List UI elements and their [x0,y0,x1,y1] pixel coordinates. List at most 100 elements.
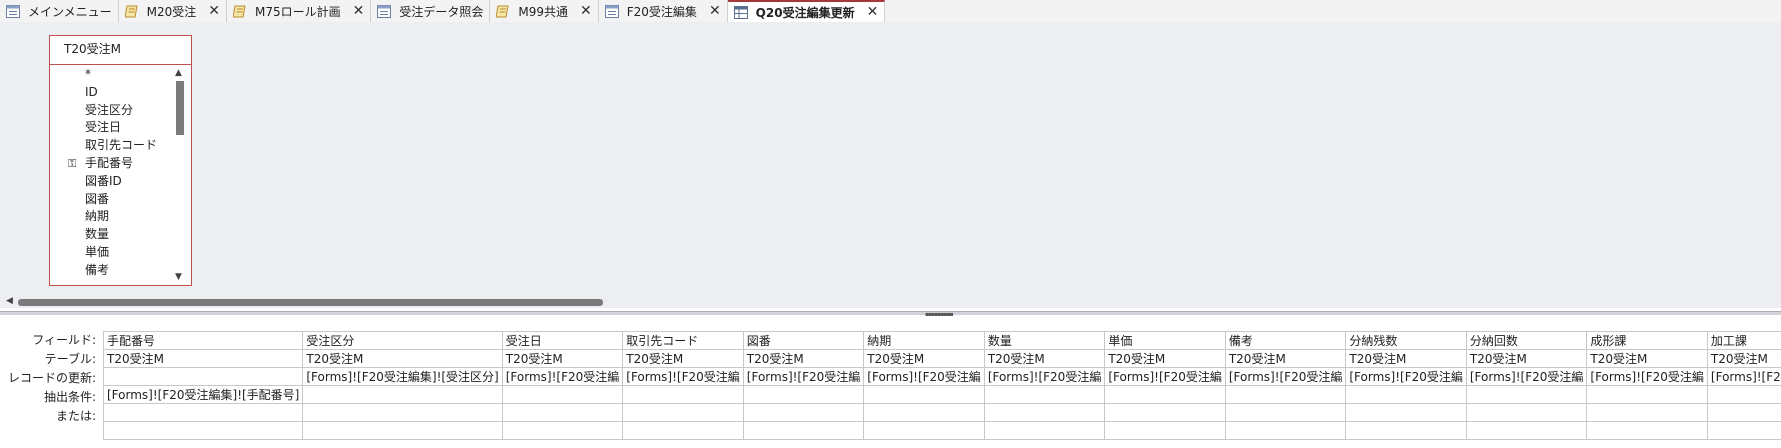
grid-cell-empty[interactable] [742,421,865,440]
grid-cell-criteria[interactable] [742,385,865,404]
grid-cell-or[interactable] [1345,403,1467,422]
grid-cell-table[interactable]: T20受注M [302,349,503,368]
field-list-item[interactable]: 単価 [50,244,176,262]
grid-cell-update[interactable]: [Forms]![F20受注編 [501,367,624,386]
grid-cell-update[interactable]: [Forms]![F20受注編 [1224,367,1347,386]
grid-cell-criteria[interactable] [863,385,985,404]
grid-cell-table[interactable]: T20受注M [102,349,304,368]
grid-cell-update[interactable]: [Forms]![F20受注編 [1586,367,1708,386]
tab-5[interactable]: F20受注編集 ✕ [598,0,728,22]
grid-cell-update[interactable]: [Forms]![F20受注編 [622,367,744,386]
grid-cell-field[interactable]: 備考 [1224,331,1347,350]
field-list-item[interactable]: * [50,66,176,84]
scroll-left-icon[interactable]: ◀ [6,296,13,306]
grid-cell-field[interactable]: 分納残数 [1345,331,1467,350]
grid-cell-criteria[interactable] [1224,385,1347,404]
grid-cell-table[interactable]: T20受注M [1104,349,1226,368]
grid-cell-table[interactable]: T20受注M [1706,349,1781,368]
grid-cell-empty[interactable] [863,421,985,440]
grid-cell-or[interactable] [1706,403,1781,422]
grid-cell-criteria[interactable] [622,385,744,404]
grid-cell-empty[interactable] [1224,421,1347,440]
grid-cell-criteria[interactable]: [Forms]![F20受注編集]![手配番号] [102,385,304,404]
field-list-item[interactable]: ID [50,84,176,102]
grid-cell-empty[interactable] [302,421,503,440]
grid-cell-table[interactable]: T20受注M [1586,349,1708,368]
grid-cell-table[interactable]: T20受注M [863,349,985,368]
grid-cell-update[interactable]: [Forms]![F20受注編集]![受注区分] [302,367,503,386]
table-field-list[interactable]: T20受注M * ID 受注区分 受注日 取引先コード ⚿ 手配番号 図番ID 図番 納期 数量 単価… [49,35,192,286]
grid-cell-field[interactable]: 成形課 [1586,331,1708,350]
grid-cell-field[interactable]: 数量 [983,331,1106,350]
grid-cell-empty[interactable] [1104,421,1226,440]
field-list-item[interactable]: 取引先コード [50,137,176,155]
grid-cell-criteria[interactable] [1586,385,1708,404]
grid-cell-update[interactable]: [Forms]![F20受注編 [1345,367,1467,386]
close-icon[interactable]: ✕ [709,3,721,19]
grid-cell-empty[interactable] [501,421,624,440]
grid-cell-table[interactable]: T20受注M [983,349,1106,368]
tab-6[interactable]: Q20受注編集更新 ✕ [727,0,886,22]
grid-cell-or[interactable] [302,403,503,422]
grid-cell-update[interactable]: [Forms]![F20受注編 [983,367,1106,386]
field-list-item[interactable]: 図番 [50,191,176,209]
grid-cell-field[interactable]: 加工課 [1706,331,1781,350]
grid-cell-table[interactable]: T20受注M [1345,349,1467,368]
grid-cell-or[interactable] [742,403,865,422]
grid-cell-or[interactable] [501,403,624,422]
tab-1[interactable]: M20受注 ✕ [118,0,228,22]
grid-cell-empty[interactable] [102,421,304,440]
field-list-item[interactable]: 備考 [50,262,176,280]
grid-cell-or[interactable] [863,403,985,422]
grid-cell-criteria[interactable] [1104,385,1226,404]
grid-cell-criteria[interactable] [302,385,503,404]
horizontal-scroll-thumb[interactable] [18,299,603,306]
grid-cell-or[interactable] [1465,403,1588,422]
grid-cell-field[interactable]: 受注日 [501,331,624,350]
grid-cell-criteria[interactable] [1465,385,1588,404]
tab-0[interactable]: メインメニュー [0,0,119,22]
grid-cell-table[interactable]: T20受注M [622,349,744,368]
grid-cell-criteria[interactable] [983,385,1106,404]
table-title[interactable]: T20受注M [50,36,191,65]
grid-cell-empty[interactable] [622,421,744,440]
grid-cell-table[interactable]: T20受注M [742,349,865,368]
grid-cell-or[interactable] [102,403,304,422]
field-list-item[interactable]: 受注日 [50,119,176,137]
grid-cell-or[interactable] [1586,403,1708,422]
grid-cell-empty[interactable] [1465,421,1588,440]
grid-cell-field[interactable]: 取引先コード [622,331,744,350]
tab-3[interactable]: 受注データ照会 [371,0,491,22]
field-list-item[interactable]: 納期 [50,208,176,226]
grid-cell-table[interactable]: T20受注M [501,349,624,368]
grid-cell-empty[interactable] [983,421,1106,440]
grid-cell-criteria[interactable] [1345,385,1467,404]
grid-cell-field[interactable]: 受注区分 [302,331,503,350]
close-icon[interactable]: ✕ [353,3,365,19]
scroll-thumb[interactable] [176,81,184,135]
field-list-item[interactable]: 受注区分 [50,102,176,120]
grid-cell-empty[interactable] [1345,421,1467,440]
tab-4[interactable]: M99共通 ✕ [490,0,599,22]
grid-cell-field[interactable]: 分納回数 [1465,331,1588,350]
pane-splitter[interactable]: ▪▪▪▪▪▪▪▪▪ [0,311,1781,318]
grid-cell-table[interactable]: T20受注M [1465,349,1588,368]
close-icon[interactable]: ✕ [580,3,592,19]
grid-cell-update[interactable]: [Forms]![F20受注編 [1465,367,1588,386]
close-icon[interactable]: ✕ [208,3,220,19]
tab-2[interactable]: M75ロール計画 ✕ [227,0,372,22]
grid-cell-or[interactable] [1104,403,1226,422]
scroll-down-icon[interactable]: ▼ [175,272,182,282]
grid-cell-update[interactable]: [Forms]![F20受注編 [863,367,985,386]
grid-cell-empty[interactable] [1586,421,1708,440]
grid-cell-field[interactable]: 単価 [1104,331,1226,350]
grid-cell-field[interactable]: 納期 [863,331,985,350]
grid-cell-criteria[interactable] [1706,385,1781,404]
grid-cell-criteria[interactable] [501,385,624,404]
grid-cell-field[interactable]: 図番 [742,331,865,350]
field-list-item[interactable]: 数量 [50,226,176,244]
grid-cell-empty[interactable] [1706,421,1781,440]
grid-cell-or[interactable] [1224,403,1347,422]
grid-cell-update[interactable]: [Forms]![F20受注編 [1104,367,1226,386]
grid-cell-update[interactable] [102,367,304,386]
